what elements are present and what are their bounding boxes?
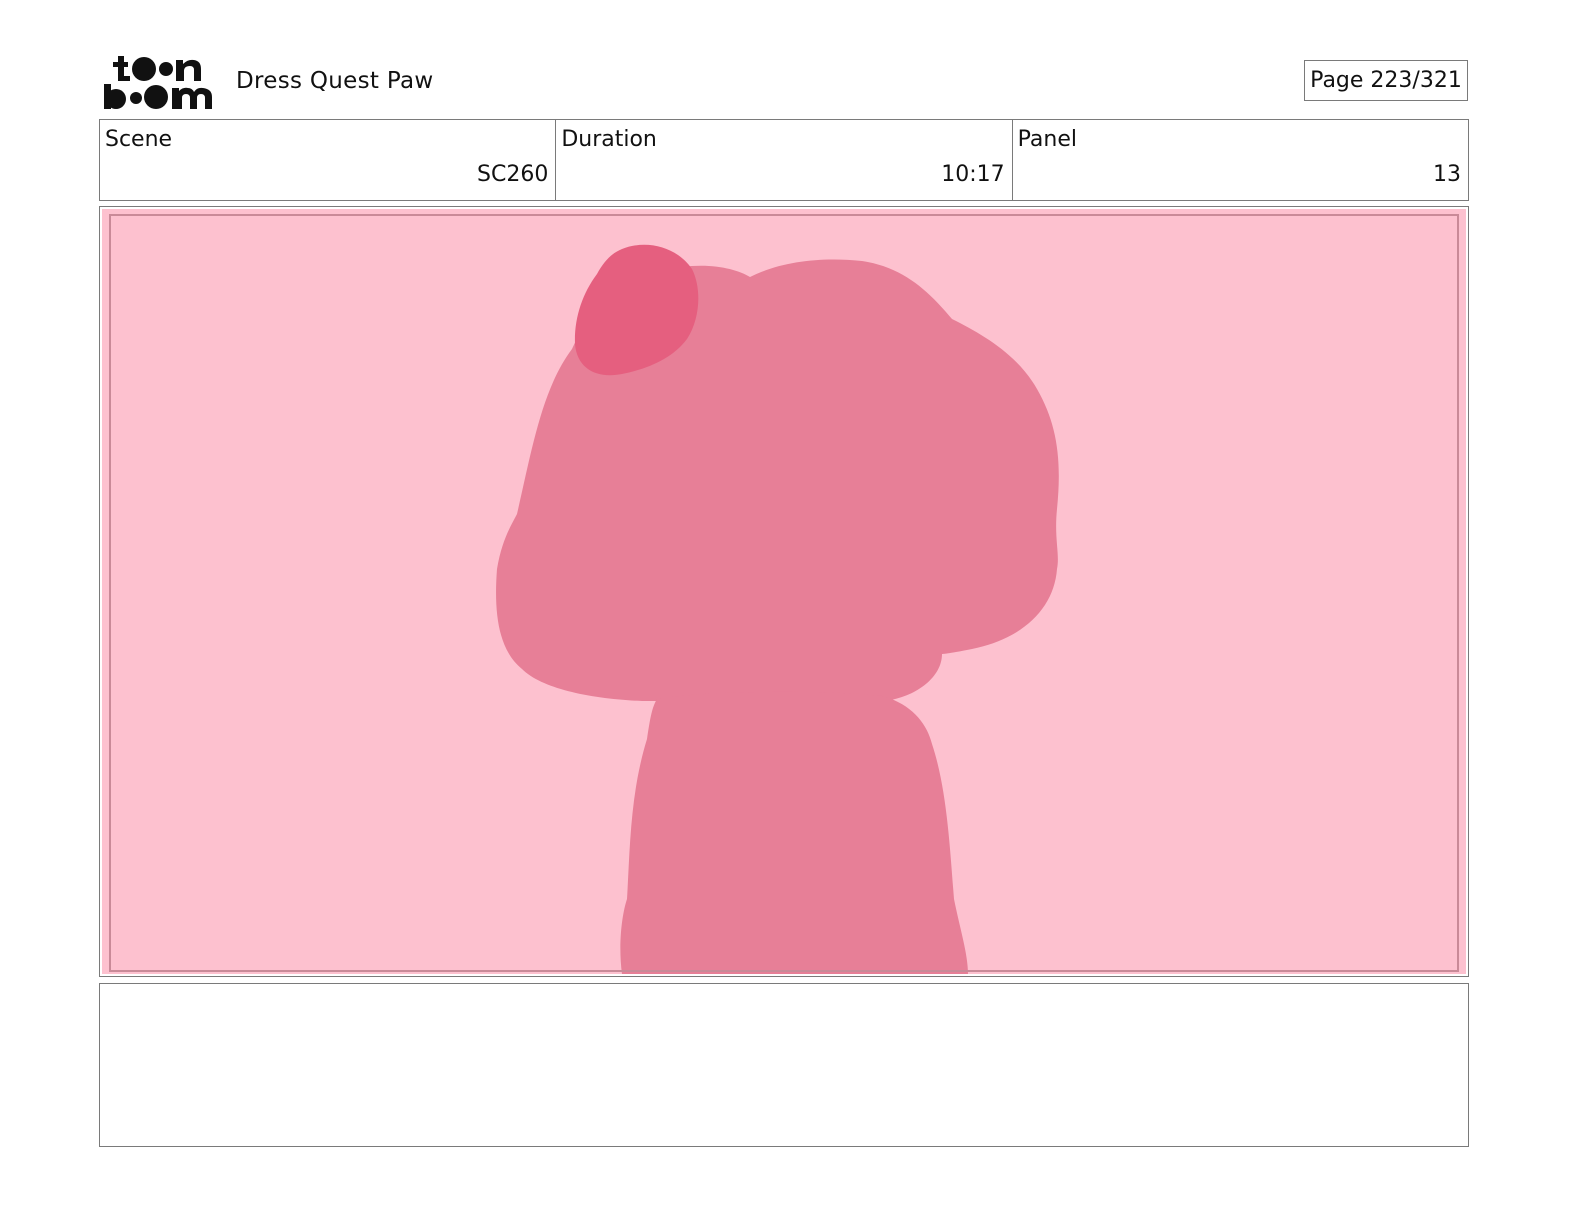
duration-value: 10:17 bbox=[941, 162, 1005, 187]
panel-cell: Panel 13 bbox=[1013, 120, 1468, 200]
page-indicator: Page 223/321 bbox=[1304, 60, 1468, 101]
duration-label: Duration bbox=[561, 127, 657, 152]
panel-artwork bbox=[102, 209, 1466, 974]
panel-image-frame bbox=[99, 206, 1469, 977]
scene-label: Scene bbox=[105, 127, 173, 152]
panel-notes-box bbox=[99, 983, 1469, 1147]
scene-value: SC260 bbox=[477, 162, 549, 187]
duration-cell: Duration 10:17 bbox=[556, 120, 1013, 200]
character-body-silhouette bbox=[620, 691, 968, 974]
project-title: Dress Quest Paw bbox=[236, 68, 434, 94]
info-table: Scene SC260 Duration 10:17 Panel 13 bbox=[99, 119, 1469, 201]
panel-label: Panel bbox=[1017, 127, 1078, 152]
scene-cell: Scene SC260 bbox=[100, 120, 557, 200]
panel-value: 13 bbox=[1432, 162, 1461, 187]
toon-boom-logo bbox=[104, 56, 212, 109]
